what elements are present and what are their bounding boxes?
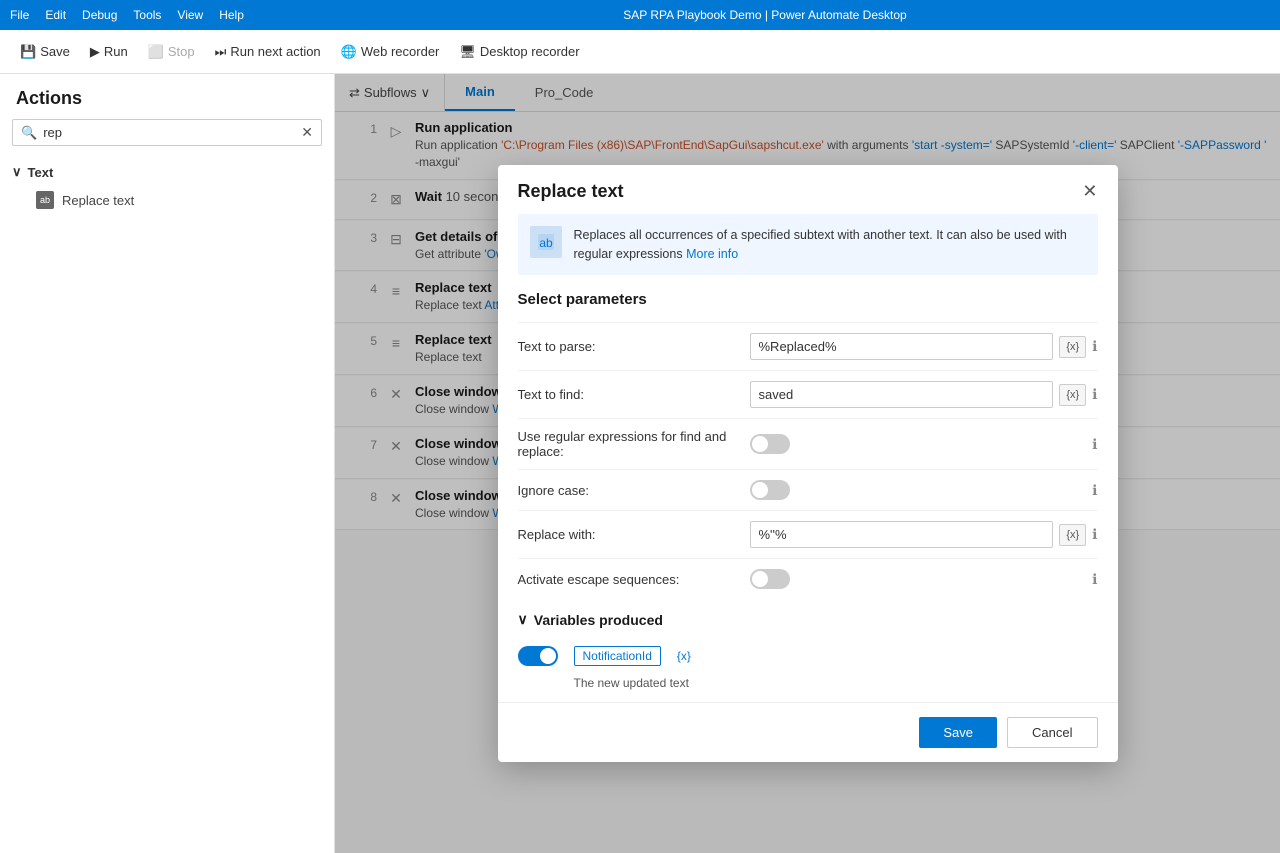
menu-file[interactable]: File xyxy=(10,8,29,22)
ignore-case-info-icon[interactable]: ℹ xyxy=(1092,482,1097,499)
param-label-ignore-case: Ignore case: xyxy=(518,483,738,498)
search-input[interactable] xyxy=(43,125,301,140)
text-to-parse-var-btn[interactable]: {x} xyxy=(1059,336,1086,358)
save-button[interactable]: 💾 Save xyxy=(12,40,78,64)
param-use-regex: Use regular expressions for find and rep… xyxy=(518,418,1098,469)
variable-desc: The new updated text xyxy=(518,676,1098,690)
run-next-icon: ⏭ xyxy=(215,44,227,60)
param-escape-sequences: Activate escape sequences: ℹ xyxy=(518,558,1098,599)
variable-row: NotificationId {x} xyxy=(518,640,1098,672)
run-button[interactable]: ▶ Run xyxy=(82,40,136,64)
use-regex-info-icon[interactable]: ℹ xyxy=(1092,436,1097,453)
select-params-title: Select parameters xyxy=(498,291,1118,322)
param-label-text-to-find: Text to find: xyxy=(518,387,738,402)
variable-curly-badge: {x} xyxy=(677,649,691,663)
param-label-replace-with: Replace with: xyxy=(518,527,738,542)
variables-produced-section: ∨ Variables produced NotificationId {x} … xyxy=(498,599,1118,702)
sidebar-section-text: ∨ Text ab Replace text xyxy=(0,156,334,220)
modal-footer: Save Cancel xyxy=(498,702,1118,762)
modal-body: Text to parse: {x} ℹ Text to find: {x} xyxy=(498,322,1118,599)
search-icon: 🔍 xyxy=(21,125,37,141)
search-clear-icon[interactable]: ✕ xyxy=(301,124,313,141)
sidebar-section-header[interactable]: ∨ Text xyxy=(12,162,322,186)
param-label-text-to-parse: Text to parse: xyxy=(518,339,738,354)
replace-with-var-btn[interactable]: {x} xyxy=(1059,524,1086,546)
run-next-button[interactable]: ⏭ Run next action xyxy=(207,40,329,64)
menu-tools[interactable]: Tools xyxy=(133,8,161,22)
replace-text-icon: ab xyxy=(36,191,54,209)
replace-with-info-icon[interactable]: ℹ xyxy=(1092,526,1097,543)
modal-title: Replace text xyxy=(518,181,624,202)
text-to-parse-input[interactable] xyxy=(750,333,1054,360)
chevron-down-icon: ∨ xyxy=(518,611,528,628)
escape-sequences-info-icon[interactable]: ℹ xyxy=(1092,571,1097,588)
web-recorder-button[interactable]: 🌐 Web recorder xyxy=(333,40,448,64)
desktop-recorder-button[interactable]: 🖥 Desktop recorder xyxy=(451,40,587,64)
more-info-link[interactable]: More info xyxy=(686,247,738,261)
search-box[interactable]: 🔍 ✕ xyxy=(12,119,322,146)
modal-cancel-button[interactable]: Cancel xyxy=(1007,717,1097,748)
sidebar-title: Actions xyxy=(0,74,334,119)
modal-close-button[interactable]: ✕ xyxy=(1082,182,1097,200)
escape-sequences-toggle[interactable] xyxy=(750,569,790,589)
ignore-case-toggle[interactable] xyxy=(750,480,790,500)
replace-text-modal: Replace text ✕ ab Replaces all occurrenc… xyxy=(498,165,1118,763)
text-to-find-var-btn[interactable]: {x} xyxy=(1059,384,1086,406)
param-ignore-case: Ignore case: ℹ xyxy=(518,469,1098,510)
text-to-parse-info-icon[interactable]: ℹ xyxy=(1092,338,1097,355)
chevron-down-icon: ∨ xyxy=(12,164,22,180)
stop-icon: ⬜ xyxy=(148,44,164,60)
info-icon: ab xyxy=(530,226,562,258)
sidebar-item-replace-text[interactable]: ab Replace text xyxy=(12,186,322,214)
modal-info-text: Replaces all occurrences of a specified … xyxy=(574,226,1086,264)
menu-edit[interactable]: Edit xyxy=(45,8,66,22)
menu-view[interactable]: View xyxy=(177,8,203,22)
modal-header: Replace text ✕ xyxy=(498,165,1118,214)
param-text-to-parse: Text to parse: {x} ℹ xyxy=(518,322,1098,370)
param-text-to-find: Text to find: {x} ℹ xyxy=(518,370,1098,418)
toolbar: 💾 Save ▶ Run ⬜ Stop ⏭ Run next action 🌐 … xyxy=(0,30,1280,74)
desktop-recorder-icon: 🖥 xyxy=(459,44,476,60)
variable-name-badge[interactable]: NotificationId xyxy=(574,646,661,666)
app-title: SAP RPA Playbook Demo | Power Automate D… xyxy=(260,8,1270,22)
variables-produced-header[interactable]: ∨ Variables produced xyxy=(518,611,1098,640)
text-to-find-input[interactable] xyxy=(750,381,1054,408)
modal-overlay: Replace text ✕ ab Replaces all occurrenc… xyxy=(335,74,1280,853)
main-layout: Actions 🔍 ✕ ∨ Text ab Replace text ⇄ Sub… xyxy=(0,74,1280,853)
replace-with-input[interactable] xyxy=(750,521,1054,548)
run-icon: ▶ xyxy=(90,44,100,60)
stop-button[interactable]: ⬜ Stop xyxy=(140,40,203,64)
param-label-escape-sequences: Activate escape sequences: xyxy=(518,572,738,587)
text-to-find-info-icon[interactable]: ℹ xyxy=(1092,386,1097,403)
modal-save-button[interactable]: Save xyxy=(919,717,997,748)
param-replace-with: Replace with: {x} ℹ xyxy=(518,510,1098,558)
param-label-use-regex: Use regular expressions for find and rep… xyxy=(518,429,738,459)
content-area: ⇄ Subflows ∨ Main Pro_Code 1 ▷ Run appli… xyxy=(335,74,1280,853)
menu-debug[interactable]: Debug xyxy=(82,8,117,22)
web-recorder-icon: 🌐 xyxy=(341,44,357,60)
use-regex-toggle[interactable] xyxy=(750,434,790,454)
titlebar-menu[interactable]: File Edit Debug Tools View Help xyxy=(10,8,244,22)
menu-help[interactable]: Help xyxy=(219,8,244,22)
sidebar: Actions 🔍 ✕ ∨ Text ab Replace text xyxy=(0,74,335,853)
save-icon: 💾 xyxy=(20,44,36,60)
svg-text:ab: ab xyxy=(539,236,553,250)
titlebar: File Edit Debug Tools View Help SAP RPA … xyxy=(0,0,1280,30)
modal-info-box: ab Replaces all occurrences of a specifi… xyxy=(518,214,1098,276)
variable-toggle[interactable] xyxy=(518,646,558,666)
